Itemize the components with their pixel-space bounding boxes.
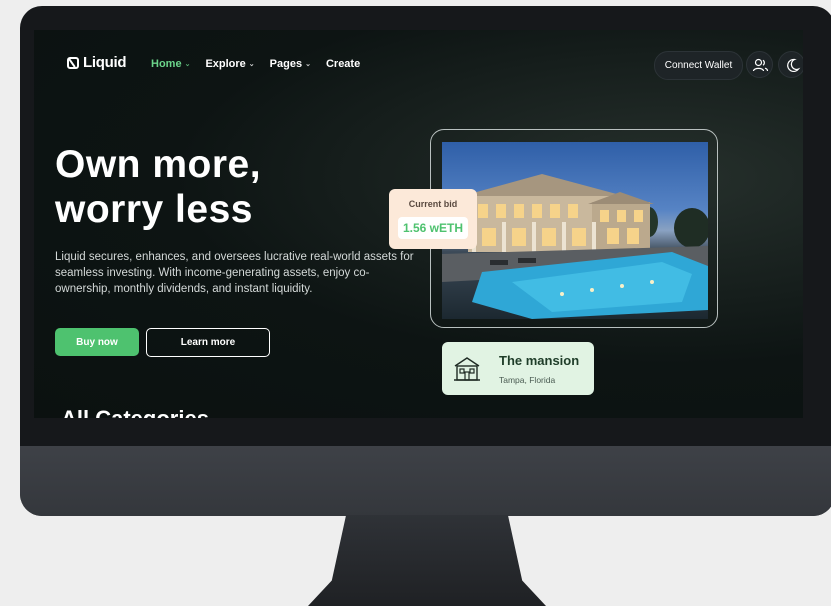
logo-text: Liquid xyxy=(83,54,127,71)
nav-item-explore[interactable]: Explore ⌄ xyxy=(205,58,254,70)
nav-item-label: Home xyxy=(151,58,182,70)
hero-description: Liquid secures, enhances, and oversees l… xyxy=(55,251,414,295)
nav-item-label: Explore xyxy=(205,58,246,70)
nav-item-create[interactable]: Create xyxy=(326,58,360,70)
current-bid-card: Current bid 1.56 wETH xyxy=(389,189,477,249)
nav-menu: Home ⌄ Explore ⌄ Pages ⌄ Create xyxy=(151,58,360,70)
navbar: Liquid Home ⌄ Explore ⌄ Pages ⌄ Create C… xyxy=(34,30,803,98)
bid-value: 1.56 wETH xyxy=(398,217,468,239)
learn-more-button[interactable]: Learn more xyxy=(146,328,270,357)
logo[interactable]: Liquid xyxy=(67,54,126,71)
property-card[interactable]: The mansion Tampa, Florida xyxy=(442,342,594,395)
categories-heading: All Categories xyxy=(61,406,209,418)
hero-title-line: worry less xyxy=(55,188,253,231)
property-name: The mansion xyxy=(499,353,580,368)
users-icon xyxy=(752,58,769,72)
buy-now-button[interactable]: Buy now xyxy=(55,328,139,356)
hero-title-line: Own more, xyxy=(55,143,262,186)
chevron-down-icon: ⌄ xyxy=(184,61,191,68)
screen: Liquid Home ⌄ Explore ⌄ Pages ⌄ Create C… xyxy=(34,30,803,418)
nav-item-label: Pages xyxy=(269,58,303,70)
monitor-chin xyxy=(20,446,831,516)
chevron-down-icon: ⌄ xyxy=(248,61,255,68)
mansion-illustration xyxy=(442,174,708,319)
hero-title: Own more, worry less xyxy=(55,142,385,232)
nav-item-home[interactable]: Home ⌄ xyxy=(151,58,190,70)
mansion-image[interactable] xyxy=(442,142,708,319)
users-button[interactable] xyxy=(746,51,773,78)
logo-icon xyxy=(67,56,79,69)
nav-item-label: Create xyxy=(325,58,361,70)
property-location: Tampa, Florida xyxy=(499,375,556,385)
chevron-down-icon: ⌄ xyxy=(305,61,311,68)
bid-label: Current bid xyxy=(408,199,458,209)
theme-toggle-button[interactable] xyxy=(778,51,803,78)
nav-item-pages[interactable]: Pages ⌄ xyxy=(270,58,311,70)
house-icon xyxy=(454,357,480,381)
moon-icon xyxy=(787,58,801,73)
connect-wallet-button[interactable]: Connect Wallet xyxy=(654,51,743,80)
monitor-stand xyxy=(308,515,546,606)
